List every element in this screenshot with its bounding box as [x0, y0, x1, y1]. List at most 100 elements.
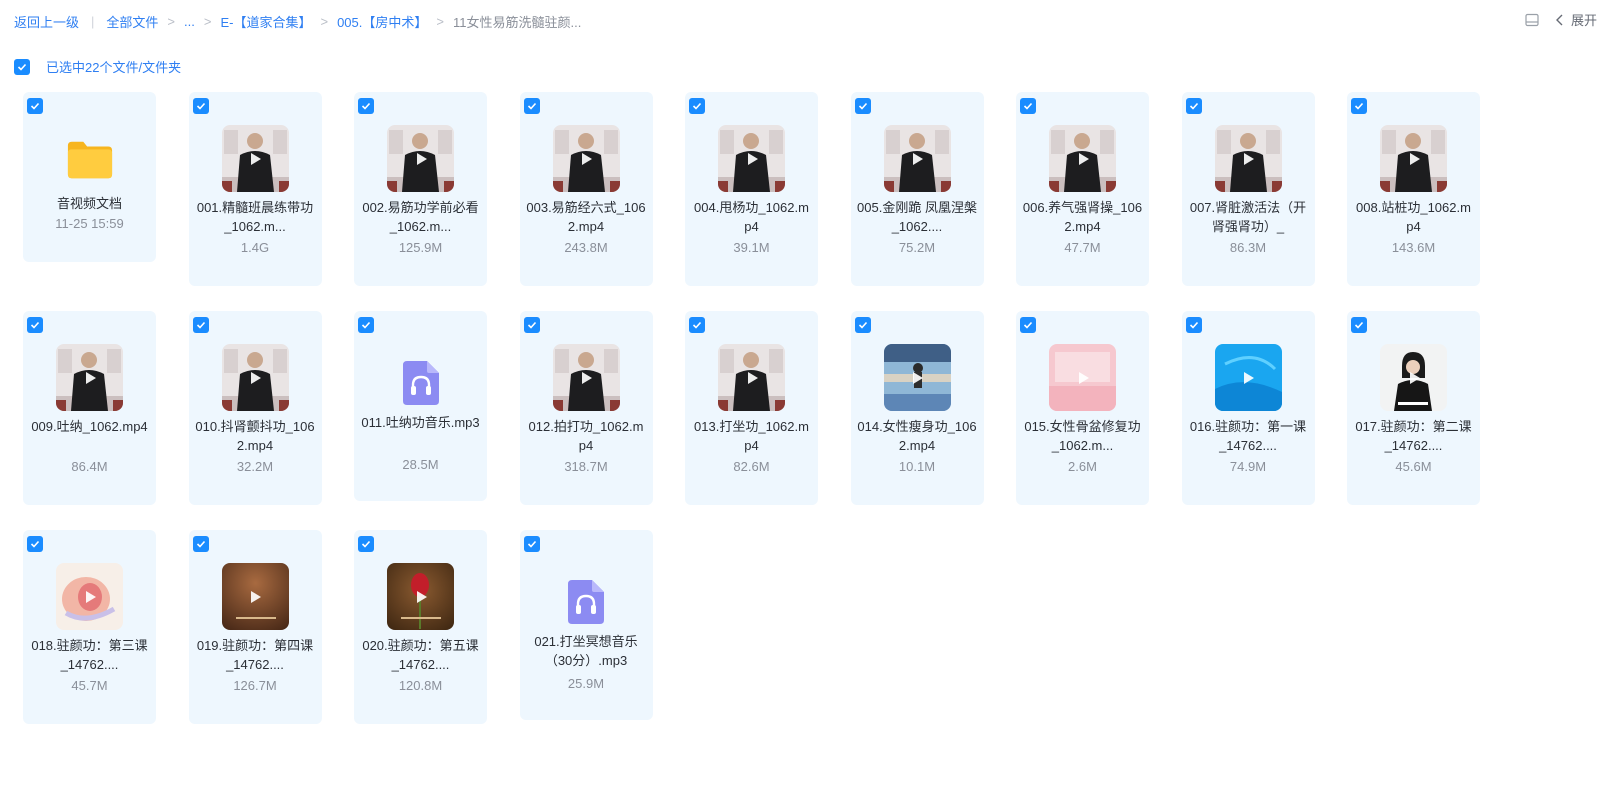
file-tile[interactable]: 020.驻颜功：第五课_14762.... 120.8M	[354, 530, 487, 724]
video-thumbnail	[883, 344, 951, 411]
file-checkbox[interactable]	[1351, 317, 1367, 333]
video-thumbnail	[221, 563, 289, 630]
file-tile[interactable]: 005.金刚跪 凤凰涅槃_1062.... 75.2M	[850, 92, 984, 286]
file-checkbox[interactable]	[1351, 98, 1367, 114]
checkmark-icon	[1354, 321, 1364, 329]
file-checkbox[interactable]	[358, 98, 374, 114]
breadcrumb: 返回上一级 | 全部文件 > ... > E-【道家合集】 > 005.【房中术…	[14, 12, 581, 31]
video-thumbnail	[56, 344, 123, 411]
file-name: 009.吐纳_1062.mp4	[31, 419, 148, 434]
file-tile[interactable]: 001.精髓班晨练带功_1062.m... 1.4G	[188, 92, 322, 286]
play-icon	[582, 371, 592, 384]
file-tile[interactable]: 011.吐纳功音乐.mp3 28.5M	[354, 311, 487, 501]
file-tile[interactable]: 016.驻颜功：第一课_14762.... 74.9M	[1181, 311, 1315, 505]
file-name: 011.吐纳功音乐.mp3	[361, 415, 480, 430]
file-tile[interactable]: 007.肾脏激活法（开肾强肾功）_ 86.3M	[1181, 92, 1315, 286]
file-tile[interactable]: 004.甩杨功_1062.mp4 39.1M	[685, 92, 818, 286]
play-icon	[251, 371, 261, 384]
file-checkbox[interactable]	[523, 317, 540, 333]
file-checkbox[interactable]	[523, 98, 540, 114]
file-tile[interactable]: 012.拍打功_1062.mp4 318.7M	[519, 311, 653, 505]
play-icon	[913, 152, 923, 165]
file-checkbox[interactable]	[27, 317, 43, 333]
file-name: 020.驻颜功：第五课_14762....	[362, 638, 479, 672]
video-thumbnail	[1049, 125, 1116, 192]
folder-icon	[67, 141, 112, 178]
headphones-icon	[568, 579, 604, 624]
file-tile[interactable]: 017.驻颜功：第二课_14762.... 45.6M	[1347, 311, 1480, 505]
file-tile[interactable]: 013.打坐功_1062.mp4 82.6M	[685, 311, 818, 505]
file-name: 021.打坐冥想音乐（30分）.mp3	[534, 634, 638, 668]
file-name: 016.驻颜功：第一课_14762....	[1189, 419, 1307, 453]
file-checkbox[interactable]	[689, 317, 705, 333]
file-name: 018.驻颜功：第三课_14762....	[31, 638, 148, 672]
expand-button[interactable]: 展开	[1555, 10, 1597, 29]
file-tile[interactable]: 018.驻颜功：第三课_14762.... 45.7M	[23, 530, 156, 724]
video-thumbnail	[1049, 344, 1116, 411]
file-tile[interactable]: 009.吐纳_1062.mp4 86.4M	[23, 311, 156, 505]
play-icon	[1244, 152, 1254, 165]
file-checkbox[interactable]	[1185, 98, 1202, 114]
file-checkbox[interactable]	[1020, 317, 1036, 333]
file-tile[interactable]: 006.养气强肾操_1062.mp4 47.7M	[1016, 92, 1149, 286]
folder-tile[interactable]: 音视频文档 11-25 15:59	[23, 92, 156, 262]
file-checkbox[interactable]	[192, 536, 209, 552]
back-link[interactable]: 返回上一级	[14, 12, 79, 31]
file-tile[interactable]: 014.女性瘦身功_1062.mp4 10.1M	[850, 311, 984, 505]
file-size: 318.7M	[564, 459, 608, 474]
file-name: 001.精髓班晨练带功_1062.m...	[196, 200, 314, 234]
file-checkbox[interactable]	[358, 317, 374, 333]
video-thumbnail	[883, 125, 951, 192]
file-checkbox[interactable]	[523, 536, 540, 552]
checkmark-icon	[692, 102, 702, 110]
checkmark-icon	[30, 321, 40, 329]
crumb-current-folder: 11女性易筋洗髓驻颜...	[452, 15, 582, 30]
file-tile[interactable]: 019.驻颜功：第四课_14762.... 126.7M	[188, 530, 322, 724]
crumb-ellipsis[interactable]: ...	[184, 14, 195, 29]
file-checkbox[interactable]	[27, 536, 43, 552]
file-checkbox[interactable]	[192, 317, 209, 333]
file-tile[interactable]: 002.易筋功学前必看_1062.m... 125.9M	[354, 92, 487, 286]
checkmark-icon	[527, 102, 536, 110]
video-thumbnail	[552, 344, 620, 411]
file-name: 014.女性瘦身功_1062.mp4	[857, 419, 977, 453]
checkmark-icon	[196, 102, 205, 110]
file-size: 32.2M	[236, 459, 274, 474]
file-checkbox[interactable]	[854, 317, 871, 333]
checkmark-icon	[361, 102, 371, 110]
file-name: 008.站桩功_1062.mp4	[1356, 200, 1471, 234]
checkmark-icon	[692, 321, 702, 329]
crumb-daoist-collection[interactable]: E-【道家合集】	[220, 12, 311, 31]
file-checkbox[interactable]	[854, 98, 871, 114]
file-name: 015.女性骨盆修复功_1062.m...	[1024, 419, 1141, 453]
file-tile[interactable]: 003.易筋经六式_1062.mp4 243.8M	[519, 92, 653, 286]
file-checkbox[interactable]	[1020, 98, 1036, 114]
play-icon	[1244, 371, 1254, 384]
crumb-folder-005[interactable]: 005.【房中术】	[337, 12, 427, 31]
file-tile[interactable]: 008.站桩功_1062.mp4 143.6M	[1347, 92, 1480, 286]
crumb-all-files[interactable]: 全部文件	[106, 12, 158, 31]
file-size: 86.4M	[71, 459, 108, 474]
file-name: 010.抖肾颤抖功_1062.mp4	[195, 419, 315, 453]
play-icon	[85, 590, 96, 603]
breadcrumb-separator: >	[320, 14, 329, 29]
play-icon	[913, 371, 923, 384]
file-size: 45.6M	[1395, 459, 1432, 474]
select-all-checkbox[interactable]	[14, 58, 30, 75]
file-size: 126.7M	[233, 678, 277, 693]
file-checkbox[interactable]	[192, 98, 209, 114]
panel-toggle-icon[interactable]	[1523, 11, 1541, 29]
file-checkbox[interactable]	[689, 98, 705, 114]
checkmark-icon	[361, 321, 371, 329]
file-tile[interactable]: 015.女性骨盆修复功_1062.m... 2.6M	[1016, 311, 1149, 505]
play-icon	[747, 371, 758, 384]
file-checkbox[interactable]	[358, 536, 374, 552]
file-checkbox[interactable]	[1185, 317, 1202, 333]
file-name: 007.肾脏激活法（开肾强肾功）_	[1189, 200, 1307, 234]
file-tile[interactable]: 021.打坐冥想音乐（30分）.mp3 25.9M	[519, 530, 653, 720]
file-tile[interactable]: 010.抖肾颤抖功_1062.mp4 32.2M	[188, 311, 322, 505]
file-name: 019.驻颜功：第四课_14762....	[196, 638, 314, 672]
video-thumbnail	[1380, 344, 1447, 411]
file-checkbox[interactable]	[27, 98, 43, 114]
selection-bar: 已选中22个文件/文件夹	[14, 57, 181, 76]
